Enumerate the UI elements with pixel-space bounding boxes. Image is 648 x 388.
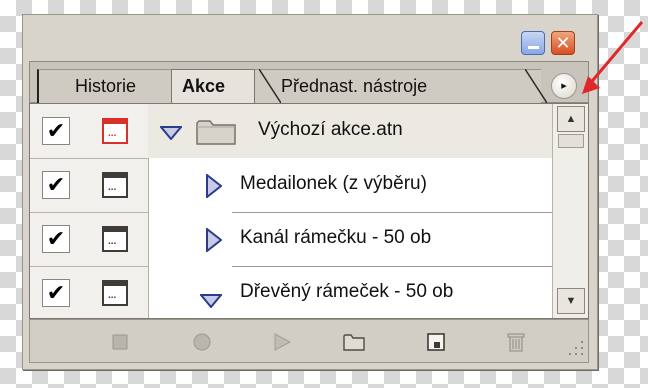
dialog-toggle-icon[interactable]: ... bbox=[102, 118, 128, 144]
tab-divider bbox=[259, 69, 281, 103]
item-toggle-checkbox[interactable]: ✔ bbox=[42, 117, 70, 145]
dialog-toggle-icon[interactable]: ... bbox=[102, 172, 128, 198]
tab-strip: Historie Přednast. nástroje Akce ▸ bbox=[29, 61, 589, 103]
scroll-up-button[interactable]: ▲ bbox=[557, 106, 585, 132]
annotation-arrow-icon bbox=[582, 21, 644, 94]
row-separator bbox=[30, 158, 148, 159]
dialog-icon-dots: ... bbox=[108, 236, 117, 247]
actions-toolbar bbox=[29, 319, 589, 363]
expand-triangle-right-icon[interactable] bbox=[206, 228, 222, 252]
resize-grip-icon[interactable] bbox=[566, 338, 586, 358]
panel-menu-button[interactable]: ▸ bbox=[551, 73, 577, 99]
dialog-toggle-icon[interactable]: ... bbox=[102, 226, 128, 252]
dialog-icon-titlebar bbox=[104, 174, 126, 178]
list-item-action[interactable]: Dřevěný rámeček - 50 ob bbox=[148, 266, 552, 318]
dialog-icon-titlebar bbox=[104, 120, 126, 124]
tab-prednast-nastroje[interactable]: Přednast. nástroje bbox=[251, 69, 541, 103]
item-toggle-checkbox[interactable]: ✔ bbox=[42, 171, 70, 199]
dialog-icon-dots: ... bbox=[108, 290, 117, 301]
row-separator bbox=[30, 212, 148, 213]
tab-divider bbox=[525, 69, 547, 103]
action-set-label: Výchozí akce.atn bbox=[258, 119, 403, 140]
actions-list: Výchozí akce.atn Medailonek (z výběru) K… bbox=[148, 104, 552, 318]
list-item-action-set[interactable]: Výchozí akce.atn bbox=[148, 104, 552, 158]
expand-triangle-right-icon[interactable] bbox=[206, 174, 222, 198]
tab-akce[interactable]: Akce bbox=[171, 69, 255, 103]
dialog-icon-titlebar bbox=[104, 282, 126, 286]
panel-titlebar[interactable]: ✕ bbox=[23, 15, 597, 61]
actions-list-area: ✔ ... ✔ ... ✔ ... ✔ ... Výchozí akce.atn… bbox=[29, 103, 589, 319]
trash-icon[interactable] bbox=[504, 330, 528, 354]
item-toggle-checkbox[interactable]: ✔ bbox=[42, 279, 70, 307]
dialog-icon-dots: ... bbox=[108, 182, 117, 193]
row-separator bbox=[30, 266, 148, 267]
dialog-toggle-icon[interactable]: ... bbox=[102, 280, 128, 306]
list-item-action[interactable]: Kanál rámečku - 50 ob bbox=[148, 212, 552, 266]
vertical-scrollbar[interactable]: ▲ ▼ bbox=[552, 104, 588, 318]
play-icon[interactable] bbox=[270, 330, 294, 354]
minimize-icon bbox=[528, 46, 539, 49]
stop-icon[interactable] bbox=[108, 330, 132, 354]
action-label: Kanál rámečku - 50 ob bbox=[240, 227, 432, 248]
dialog-icon-dots: ... bbox=[108, 128, 117, 139]
dialog-icon-titlebar bbox=[104, 228, 126, 232]
minimize-button[interactable] bbox=[521, 31, 545, 55]
item-toggle-checkbox[interactable]: ✔ bbox=[42, 225, 70, 253]
new-action-icon[interactable] bbox=[424, 330, 448, 354]
close-button[interactable]: ✕ bbox=[551, 31, 575, 55]
scroll-down-button[interactable]: ▼ bbox=[557, 288, 585, 314]
record-icon[interactable] bbox=[190, 330, 214, 354]
action-label: Medailonek (z výběru) bbox=[240, 173, 427, 194]
tab-historie[interactable]: Historie bbox=[37, 69, 173, 103]
folder-icon bbox=[196, 120, 236, 145]
expand-triangle-down-icon[interactable] bbox=[160, 126, 182, 140]
scroll-thumb[interactable] bbox=[558, 134, 584, 148]
actions-panel: ✕ Historie Přednast. nástroje Akce ▸ ✔ .… bbox=[22, 14, 598, 370]
list-item-action[interactable]: Medailonek (z výběru) bbox=[148, 158, 552, 212]
action-label: Dřevěný rámeček - 50 ob bbox=[240, 281, 454, 302]
expand-triangle-down-icon[interactable] bbox=[200, 294, 222, 308]
new-set-icon[interactable] bbox=[342, 330, 366, 354]
